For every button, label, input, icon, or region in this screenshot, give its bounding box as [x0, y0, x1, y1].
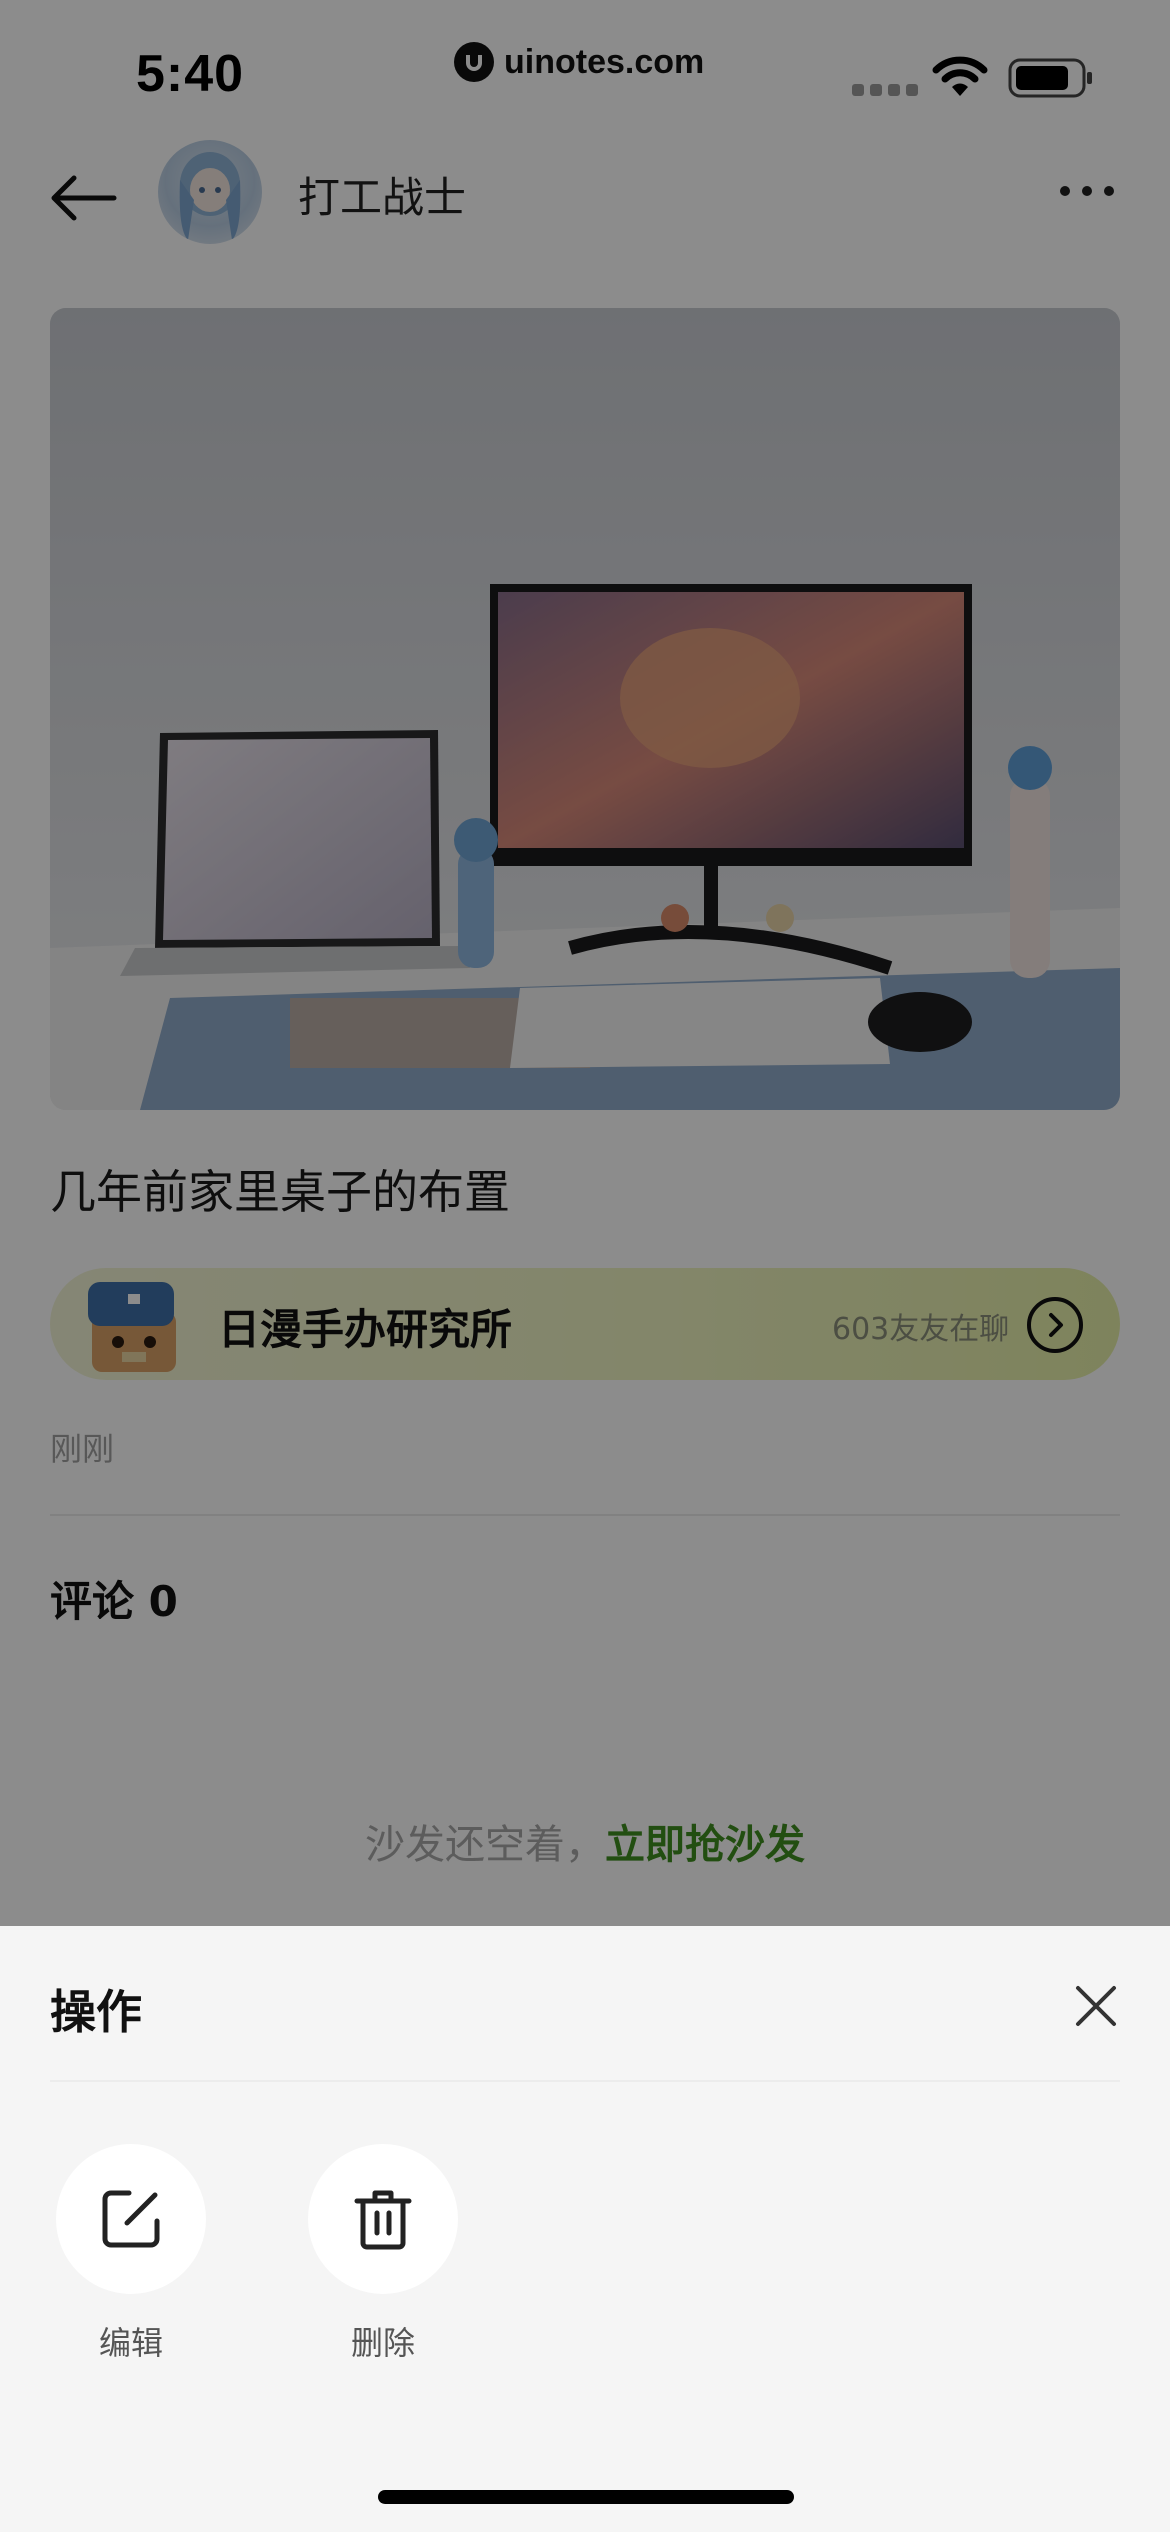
action-sheet: 操作 编辑 删除	[0, 1926, 1170, 2532]
divider	[50, 2080, 1120, 2082]
home-indicator[interactable]	[378, 2490, 794, 2504]
delete-label: 删除	[350, 2324, 415, 2362]
delete-action-circle[interactable]	[308, 2144, 458, 2294]
close-icon[interactable]	[1072, 1982, 1120, 2030]
edit-action-button[interactable]: 编辑	[56, 2144, 206, 2364]
delete-action-button[interactable]: 删除	[308, 2144, 458, 2364]
edit-icon	[102, 2190, 160, 2248]
modal-backdrop[interactable]	[0, 0, 1170, 1926]
trash-icon	[354, 2190, 412, 2250]
edit-label: 编辑	[98, 2324, 163, 2362]
edit-action-circle[interactable]	[56, 2144, 206, 2294]
action-sheet-title: 操作	[50, 1985, 142, 2039]
